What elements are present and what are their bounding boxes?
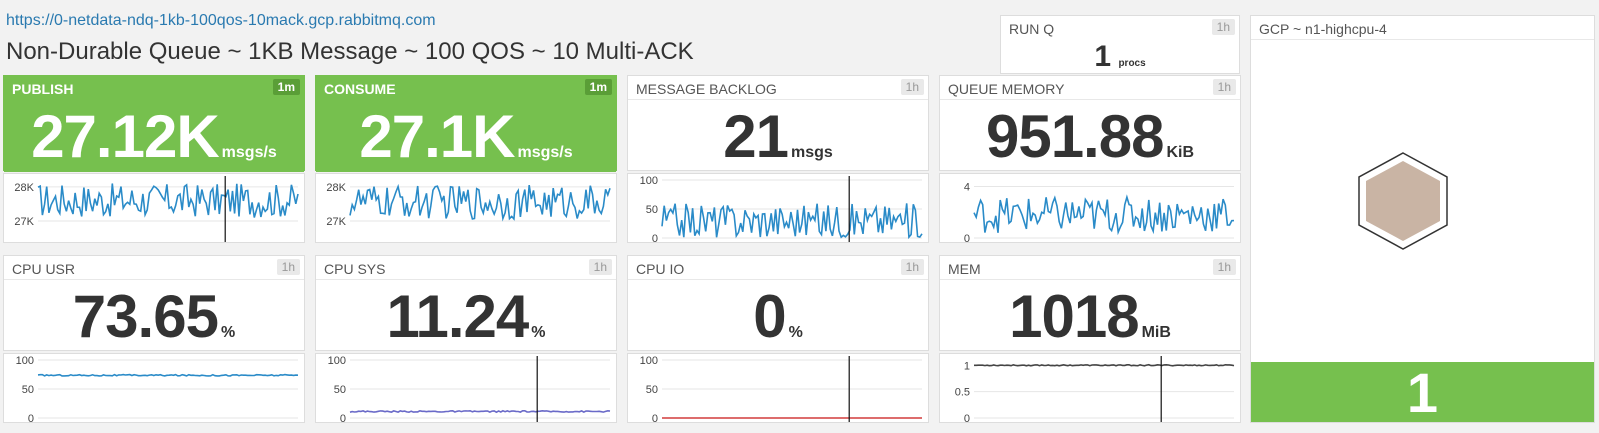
dashboard-title: Non-Durable Queue ~ 1KB Message ~ 100 QO… (6, 38, 694, 65)
publish-panel[interactable]: PUBLISH 1m 27.12K msgs/s (3, 75, 305, 172)
queue-memory-sparkline[interactable]: 40 (939, 173, 1241, 244)
gcp-instance-count: 1 (1251, 362, 1594, 424)
cpu-sys-value: 11.24 (386, 283, 529, 350)
message-backlog-tick-label: 100 (640, 175, 658, 187)
cpu-usr-tick-label: 50 (22, 384, 34, 396)
queue-memory-timeframe-badge[interactable]: 1h (1212, 79, 1236, 95)
cpu-sys-tick-label: 100 (328, 355, 346, 367)
mem-sparkline[interactable]: 1 0.5 0 (939, 353, 1241, 424)
queue-memory-tick-label: 4 (964, 181, 970, 193)
queue-memory-series-line (973, 194, 1235, 236)
cpu-sys-panel[interactable]: CPU SYS 1h 11.24% (315, 255, 617, 351)
cpu-usr-tick-label: 0 (28, 413, 34, 424)
consume-label: CONSUME (324, 81, 396, 97)
cpu-usr-label: CPU USR (12, 261, 76, 277)
cpu-io-tick-label: 0 (652, 413, 658, 424)
publish-tick-label: 27K (14, 216, 34, 228)
consume-value: 27.1K (359, 103, 515, 170)
cpu-io-value: 0 (753, 283, 786, 350)
run-queue-value: 1 (1094, 40, 1111, 73)
consume-tick-label: 28K (326, 182, 346, 194)
mem-timeframe-badge[interactable]: 1h (1212, 259, 1236, 275)
message-backlog-panel[interactable]: MESSAGE BACKLOG 1h 21 msgs (627, 75, 929, 171)
queue-memory-value: 951.88 (985, 103, 1165, 170)
cpu-usr-tick-label: 100 (16, 355, 34, 367)
consume-sparkline[interactable]: 28K 27K (315, 173, 617, 243)
publish-series-line (37, 183, 299, 218)
mem-tick-label: 0.5 (955, 387, 970, 399)
publish-value: 27.12K (31, 103, 219, 170)
mem-unit: MiB (1141, 324, 1171, 341)
cpu-sys-sparkline[interactable]: 100 50 0 (315, 353, 617, 424)
queue-memory-sparkline-svg: 40 (964, 181, 1235, 244)
consume-panel[interactable]: CONSUME 1m 27.1K msgs/s (315, 75, 617, 172)
dashboard: https://0-netdata-ndq-1kb-100qos-10mack.… (0, 0, 1599, 433)
publish-sparkline-svg: 28K 27K (14, 176, 299, 242)
consume-timeframe-badge[interactable]: 1m (584, 79, 612, 95)
queue-memory-unit: KiB (1166, 144, 1195, 161)
dashboard-url-link[interactable]: https://0-netdata-ndq-1kb-100qos-10mack.… (6, 12, 436, 30)
run-queue-label: RUN Q (1009, 21, 1055, 37)
cpu-io-tick-label: 50 (646, 384, 658, 396)
cpu-io-tick-label: 100 (640, 355, 658, 367)
cpu-io-panel[interactable]: CPU IO 1h 0% (627, 255, 929, 351)
cpu-io-unit: % (788, 324, 803, 341)
message-backlog-sparkline-svg: 100 50 0 (640, 175, 923, 244)
cpu-sys-tick-label: 0 (340, 413, 346, 424)
message-backlog-value: 21 (723, 103, 789, 170)
consume-tick-label: 27K (326, 216, 346, 228)
mem-sparkline-svg: 10.50 (955, 356, 1235, 424)
queue-memory-panel[interactable]: QUEUE MEMORY 1h 951.88 KiB (939, 75, 1241, 171)
queue-memory-label: QUEUE MEMORY (948, 81, 1065, 97)
cpu-sys-sparkline-svg: 100 50 0 (328, 355, 611, 424)
message-backlog-series-line (661, 203, 923, 240)
message-backlog-tick-label: 0 (652, 233, 658, 244)
cpu-usr-timeframe-badge[interactable]: 1h (276, 259, 300, 275)
cpu-usr-sparkline[interactable]: 100 50 0 (3, 353, 305, 424)
gcp-instance-label: GCP ~ n1-highcpu-4 (1259, 21, 1387, 37)
cpu-usr-value: 73.65 (72, 283, 219, 350)
mem-label: MEM (948, 261, 981, 277)
cpu-usr-series-line (37, 373, 299, 377)
run-queue-timeframe-badge[interactable]: 1h (1211, 19, 1235, 35)
mem-tick-label: 0 (964, 413, 970, 424)
publish-unit: msgs/s (221, 144, 277, 161)
publish-sparkline[interactable]: 28K 27K (3, 173, 305, 243)
message-backlog-unit: msgs (790, 144, 833, 161)
mem-value: 1018 (1009, 283, 1139, 350)
cpu-io-label: CPU IO (636, 261, 685, 277)
publish-label: PUBLISH (12, 81, 74, 97)
queue-memory-tick-label: 0 (964, 233, 970, 244)
cpu-io-sparkline-svg: 100 50 0 (640, 355, 922, 424)
cpu-sys-tick-label: 50 (334, 384, 346, 396)
publish-tick-label: 28K (14, 182, 34, 194)
consume-series-line (349, 183, 611, 222)
cpu-sys-unit: % (531, 324, 546, 341)
mem-panel[interactable]: MEM 1h 1018 MiB (939, 255, 1241, 351)
cpu-sys-timeframe-badge[interactable]: 1h (588, 259, 612, 275)
cpu-io-sparkline[interactable]: 100 50 0 (627, 353, 929, 424)
consume-sparkline-svg: 28K 27K (326, 182, 611, 228)
message-backlog-tick-label: 50 (646, 204, 658, 216)
run-queue-panel[interactable]: RUN Q 1h 1 procs (1000, 15, 1240, 74)
cpu-usr-unit: % (220, 324, 236, 341)
cpu-usr-panel[interactable]: CPU USR 1h 73.65% (3, 255, 305, 351)
hexagon-icon (1356, 151, 1450, 256)
message-backlog-label: MESSAGE BACKLOG (636, 81, 777, 97)
mem-series-line (974, 363, 1235, 367)
run-queue-unit: procs (1118, 58, 1146, 69)
cpu-io-timeframe-badge[interactable]: 1h (900, 259, 924, 275)
cpu-usr-sparkline-svg: 100 50 0 (16, 355, 299, 424)
mem-tick-label: 1 (964, 360, 970, 372)
message-backlog-timeframe-badge[interactable]: 1h (900, 79, 924, 95)
cpu-sys-series-line (349, 409, 611, 414)
message-backlog-sparkline[interactable]: 100 50 0 (627, 173, 929, 244)
publish-timeframe-badge[interactable]: 1m (272, 79, 300, 95)
consume-unit: msgs/s (517, 144, 573, 161)
cpu-sys-label: CPU SYS (324, 261, 386, 277)
gcp-instance-panel[interactable]: GCP ~ n1-highcpu-4 1 (1250, 15, 1595, 424)
